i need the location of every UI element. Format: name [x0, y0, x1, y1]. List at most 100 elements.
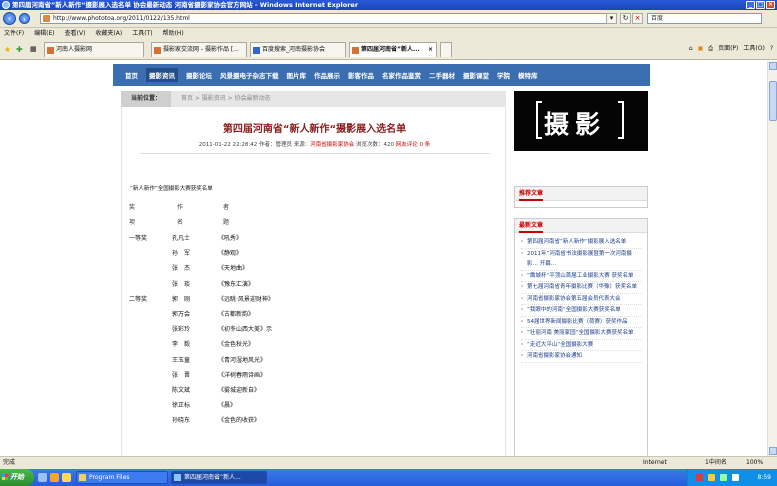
favorites-star-icon[interactable]: ★ — [4, 45, 11, 54]
site-logo[interactable]: 摄影 — [514, 91, 648, 151]
latest-box: 最新文章 第四届河南省”新人新作“摄影展入选名单2011年”河南省书法摄影展暨第… — [514, 218, 648, 456]
tab-label: 百度搜索_河南摄影协会 — [262, 46, 326, 53]
article-meta: 2011-01-22 22:28:42 作者：管理员 来源：河南省摄影家协会 浏… — [122, 140, 507, 148]
list-item[interactable]: 第七届河南省青年摄影比赛（华豫）获奖名单 — [521, 282, 641, 294]
menu-tools[interactable]: 工具(T) — [132, 28, 152, 39]
nav-secondhand[interactable]: 二手器材 — [429, 70, 455, 80]
tab-favicon-icon — [352, 47, 359, 54]
breadcrumb: 当前位置： 首页 > 摄影资讯 > 协会最新动态 — [121, 91, 506, 107]
row-name: 张 杰 — [172, 265, 191, 273]
task-program-files[interactable]: Program Files — [76, 471, 168, 484]
table-row: 张 琰 《豫东汇演》 — [122, 279, 507, 289]
scroll-thumb[interactable] — [769, 81, 777, 121]
breadcrumb-path[interactable]: 首页 > 摄影资讯 > 协会最新动态 — [181, 95, 271, 102]
list-item[interactable]: 第四届河南省”新人新作“摄影展入选名单 — [521, 237, 641, 249]
article-title: 第四届河南省“新人新作“摄影展入选名单 — [222, 124, 407, 135]
tab-photo-exchange[interactable]: 摄影家交流网 - 摄影作品 [... — [151, 42, 247, 57]
close-button[interactable]: × — [766, 1, 775, 9]
list-item[interactable]: 2011年”河南省书法摄影展暨第一次河南摄影… 开幕… — [521, 249, 641, 271]
tab-label: 第四届河南省”新人... — [361, 46, 420, 53]
maximize-button[interactable]: □ — [756, 1, 765, 9]
nav-classroom[interactable]: 摄影课堂 — [463, 70, 489, 80]
url-field[interactable]: http://www.phototoa.org/2011/0122/135.ht… — [40, 13, 615, 24]
vertical-scrollbar[interactable] — [767, 61, 777, 456]
meta-comments-link[interactable]: 网友评论 0 条 — [396, 142, 431, 148]
tray-ime-icon[interactable] — [732, 474, 739, 481]
new-tab-button[interactable] — [440, 42, 452, 57]
list-item[interactable]: 河南省摄影家协会通知 — [521, 351, 641, 363]
menu-favorites[interactable]: 收藏夹(A) — [95, 28, 122, 39]
nav-models[interactable]: 模特库 — [518, 70, 538, 80]
table-row: 徐正标 《晨》 — [122, 400, 507, 410]
zoom-label[interactable]: 1中间名 — [705, 457, 727, 469]
menu-help[interactable]: 帮助(H) — [163, 28, 184, 39]
feeds-icon[interactable]: ▣ — [698, 44, 704, 54]
minimize-button[interactable]: _ — [746, 1, 755, 9]
nav-news[interactable]: 摄影资讯 — [146, 68, 178, 82]
nav-masters[interactable]: 名家作品鉴赏 — [382, 70, 421, 80]
print-icon[interactable]: ⎙ — [708, 44, 713, 54]
back-button[interactable]: ‹ — [3, 12, 16, 25]
tab-baidu-search[interactable]: 百度搜索_河南摄影协会 — [250, 42, 346, 57]
search-input[interactable]: 百度 — [647, 13, 762, 24]
window-title: 第四届河南省”新人新作“摄影展入选名单 协会最新动态 河南省摄影家协会官方网站 … — [12, 1, 359, 9]
tab-current-article[interactable]: 第四届河南省”新人... × — [349, 42, 437, 57]
quicklaunch-media-icon[interactable] — [50, 473, 59, 482]
logo-text: 摄影 — [544, 110, 607, 139]
list-item[interactable]: ”走近大平山“全国摄影大赛 — [521, 340, 641, 351]
nav-magazine[interactable]: 风景摄电子杂志下载 — [220, 70, 279, 80]
menu-edit[interactable]: 编辑(E) — [34, 28, 54, 39]
list-item[interactable]: ”我眼中的河南“全国摄影大赛获奖名单 — [521, 305, 641, 317]
close-tab-icon[interactable]: × — [428, 43, 433, 57]
tools-menu[interactable]: 工具(O) — [743, 44, 764, 54]
zoom-level[interactable]: 100% — [746, 457, 763, 469]
nav-forum[interactable]: 摄影论坛 — [186, 70, 212, 80]
window-titlebar: 第四届河南省”新人新作“摄影展入选名单 协会最新动态 河南省摄影家协会官方网站 … — [0, 0, 777, 10]
tray-volume-icon[interactable] — [720, 474, 727, 481]
tray-network-icon[interactable] — [708, 474, 715, 481]
tray-antivirus-icon[interactable] — [696, 474, 703, 481]
list-item[interactable]: 河南省摄影家协会第五届会员代表大会 — [521, 294, 641, 305]
meta-source-link[interactable]: 河南省摄影家协会 — [310, 142, 354, 148]
tab-label: 河南人摄影网 — [56, 46, 93, 53]
row-work: 《金色的收获》 — [218, 417, 261, 425]
add-favorite-icon[interactable]: ✚ — [16, 45, 23, 54]
quicklaunch-folder-icon[interactable] — [62, 473, 71, 482]
menu-view[interactable]: 查看(V) — [65, 28, 86, 39]
list-item[interactable]: 54届世界新闻摄影比赛（荷赛）获奖作品 — [521, 317, 641, 328]
status-bar: 完成 Internet 1中间名 100% — [0, 456, 777, 469]
help-icon[interactable]: ? — [770, 44, 773, 54]
task-label: Program Files — [89, 474, 130, 481]
tab-favicon-icon — [47, 47, 54, 54]
scroll-up-icon[interactable] — [769, 62, 777, 70]
nav-home[interactable]: 首页 — [125, 70, 138, 80]
list-item[interactable]: ”鹰城杯“平顶山首届工业摄影大赛 获奖名单 — [521, 271, 641, 282]
page-menu[interactable]: 页面(P) — [718, 44, 738, 54]
nav-showcase[interactable]: 作品展示 — [314, 70, 340, 80]
taskbar: 开始 Program Files 第四届河南省”新人... 8:59 — [0, 469, 777, 486]
scroll-down-icon[interactable] — [769, 447, 777, 455]
refresh-button[interactable]: ↻ — [620, 13, 631, 24]
nav-academy[interactable]: 学院 — [497, 70, 510, 80]
nav-works[interactable]: 影客作品 — [348, 70, 374, 80]
start-button[interactable]: 开始 — [0, 469, 34, 486]
row-work: 《金色秋光》 — [218, 341, 255, 349]
nav-gallery[interactable]: 图片库 — [287, 70, 307, 80]
forward-button[interactable]: › — [19, 13, 30, 24]
list-item[interactable]: ”壮丽河南 美丽家园“全国摄影大赛获奖名单 — [521, 328, 641, 340]
tab-henan-photo[interactable]: 河南人摄影网 — [44, 42, 144, 57]
home-icon[interactable]: ⌂ — [689, 44, 693, 54]
ie-toolbar: ⌂ ▣ ⎙ 页面(P) 工具(O) ? — [689, 44, 773, 54]
meta-views: 浏览次数：420 — [354, 142, 396, 148]
tab-list-icon[interactable]: ▦ — [30, 45, 37, 53]
row-name: 李 毅 — [172, 341, 191, 349]
recommended-header: 推荐文章 — [515, 187, 647, 201]
task-ie-window[interactable]: 第四届河南省”新人... — [171, 471, 267, 484]
dropdown-arrow-icon[interactable]: ▾ — [606, 13, 617, 24]
article-intro: “新人新作”全国摄影大赛获奖名单 — [130, 186, 213, 192]
menu-file[interactable]: 文件(F) — [4, 28, 24, 39]
table-row: 一等奖 孔凡士 《吼秀》 — [122, 233, 507, 243]
quicklaunch-ie-icon[interactable] — [38, 473, 47, 482]
stop-button[interactable]: × — [632, 13, 643, 24]
table-row: 张 晋 《洋树春雨诗画》 — [122, 370, 507, 380]
